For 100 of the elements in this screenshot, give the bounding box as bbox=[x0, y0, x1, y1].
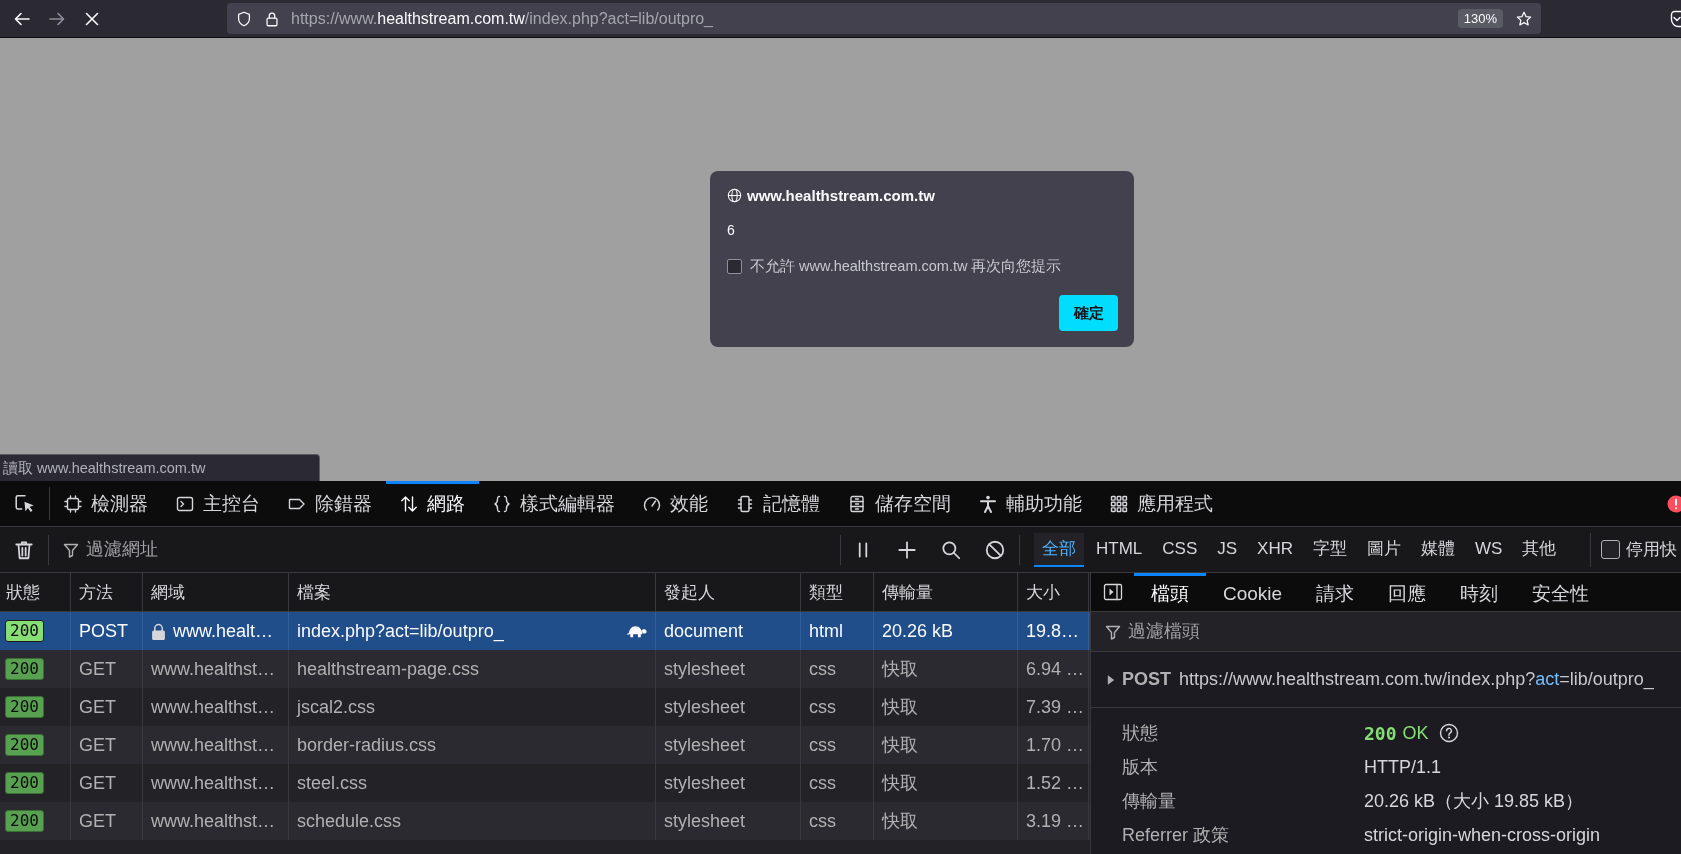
url-filter-field[interactable]: 過濾網址 bbox=[86, 535, 840, 564]
type-filter-button[interactable]: 圖片 bbox=[1359, 532, 1409, 567]
cabinet-icon bbox=[848, 494, 866, 513]
error-icon[interactable] bbox=[1667, 494, 1681, 513]
table-cell: 快取 bbox=[874, 802, 1018, 840]
type-filter-button[interactable]: HTML bbox=[1088, 532, 1151, 567]
devtools-tab[interactable]: 主控台 bbox=[162, 481, 274, 526]
globe-icon bbox=[727, 187, 742, 203]
address-bar[interactable]: https://www.healthstream.com.tw/index.php?act=lib/outpro_ 130% bbox=[227, 3, 1541, 34]
status-code: 200 bbox=[5, 658, 44, 680]
chip-icon bbox=[736, 494, 754, 513]
ok-button[interactable]: 確定 bbox=[1059, 295, 1118, 331]
status-code: 200 bbox=[5, 734, 44, 756]
table-cell: www.healthst… bbox=[151, 810, 276, 832]
request-row[interactable]: 200 POST www.healt… index.php?act=lib/outpro_ document html 20.26 kB 19.8… bbox=[0, 612, 1090, 650]
block-icon[interactable] bbox=[984, 538, 1006, 561]
sidebar-tab[interactable]: 時刻 bbox=[1443, 573, 1516, 611]
column-header[interactable]: 發起人 bbox=[656, 573, 801, 611]
zoom-button[interactable]: 130% bbox=[1457, 9, 1503, 28]
sidebar-tab[interactable]: Cookie bbox=[1206, 573, 1300, 611]
devtools-tab[interactable]: 除錯器 bbox=[274, 481, 386, 526]
status-code: 200 bbox=[5, 620, 44, 642]
type-filter-button[interactable]: 其他 bbox=[1514, 532, 1565, 567]
panel-toggle-icon[interactable] bbox=[1103, 582, 1123, 602]
request-summary-row[interactable]: POST https://www.healthstream.com.tw/index.php?act=lib/outpro_ bbox=[1091, 652, 1681, 708]
filter-icon bbox=[63, 541, 79, 558]
sidebar-tab[interactable]: 回應 bbox=[1371, 573, 1444, 611]
status-code: 200 bbox=[5, 810, 44, 832]
header-filter-field[interactable]: 過濾檔頭 bbox=[1091, 612, 1681, 651]
request-method: POST bbox=[1122, 669, 1171, 690]
type-filter-button[interactable]: 字型 bbox=[1305, 532, 1355, 567]
disclosure-triangle-icon[interactable] bbox=[1107, 673, 1115, 686]
cursor-box-icon[interactable] bbox=[13, 492, 36, 515]
table-cell: index.php?act=lib/outpro_ bbox=[297, 620, 504, 642]
type-filter-button[interactable]: 全部 bbox=[1034, 532, 1084, 567]
star-icon[interactable] bbox=[1515, 9, 1533, 28]
sidebar-tab[interactable]: 請求 bbox=[1299, 573, 1372, 611]
table-cell: border-radius.css bbox=[297, 734, 437, 756]
field-label: Referrer 政策 bbox=[1122, 824, 1230, 847]
table-cell: css bbox=[801, 802, 874, 840]
type-filter-button[interactable]: CSS bbox=[1154, 532, 1206, 567]
column-header[interactable]: 狀態 bbox=[0, 573, 71, 611]
type-filter-button[interactable]: JS bbox=[1209, 532, 1246, 567]
checkbox[interactable] bbox=[1601, 540, 1620, 559]
request-row[interactable]: 200 GET www.healthst… schedule.css stylesheet css 快取 3.19 … bbox=[0, 802, 1090, 840]
field-value: 20.26 kB（大小 19.85 kB） bbox=[1364, 790, 1584, 813]
chevron-icon[interactable] bbox=[1670, 9, 1681, 28]
column-header[interactable]: 類型 bbox=[801, 573, 874, 611]
filter-icon bbox=[1105, 624, 1121, 640]
column-header[interactable]: 網域 bbox=[143, 573, 289, 611]
devtools-tab[interactable]: 樣式編輯器 bbox=[479, 481, 629, 526]
type-filter-button[interactable]: XHR bbox=[1249, 532, 1301, 567]
person-icon bbox=[979, 494, 997, 513]
dialog-message: 6 bbox=[727, 222, 735, 238]
table-cell: jscal2.css bbox=[297, 696, 376, 718]
table-cell: www.healthst… bbox=[151, 734, 276, 756]
column-header[interactable]: 傳輸量 bbox=[874, 573, 1018, 611]
devtools-tab[interactable]: 效能 bbox=[629, 481, 722, 526]
dialog-title: www.healthstream.com.tw bbox=[747, 186, 935, 204]
chip-icon bbox=[64, 494, 82, 513]
request-row[interactable]: 200 GET www.healthst… border-radius.css stylesheet css 快取 1.70 … bbox=[0, 726, 1090, 764]
checkbox[interactable] bbox=[727, 258, 742, 274]
checkbox-label: 停用快 bbox=[1626, 538, 1677, 560]
devtools-tab[interactable]: 應用程式 bbox=[1096, 481, 1227, 526]
request-url: https://www.healthstream.com.tw/index.php?act=lib/outpro_ bbox=[1179, 669, 1654, 690]
field-label: 傳輸量 bbox=[1122, 790, 1177, 813]
status-tooltip: 讀取 www.healthstream.com.tw bbox=[0, 454, 320, 481]
status-code: 200 bbox=[5, 696, 44, 718]
shield-icon[interactable] bbox=[235, 9, 253, 28]
table-cell: www.healthst… bbox=[151, 696, 276, 718]
type-filter-button[interactable]: WS bbox=[1467, 532, 1511, 567]
status-text: OK bbox=[1402, 722, 1429, 744]
arrows-icon bbox=[400, 494, 418, 513]
column-header[interactable]: 大小 bbox=[1018, 573, 1089, 611]
table-cell: healthstream-page.css bbox=[297, 658, 480, 680]
field-label: 狀態 bbox=[1122, 722, 1159, 745]
table-cell: GET bbox=[71, 802, 143, 840]
table-cell: www.healt… bbox=[173, 620, 274, 642]
gauge-icon bbox=[643, 494, 661, 513]
field-value: HTTP/1.1 bbox=[1364, 756, 1442, 778]
status-code: 200 bbox=[5, 772, 44, 794]
table-cell: www.healthst… bbox=[151, 658, 276, 680]
request-row[interactable]: 200 GET www.healthst… healthstream-page.css stylesheet css 快取 6.94 … bbox=[0, 650, 1090, 688]
sidebar-tab[interactable]: 安全性 bbox=[1515, 573, 1607, 611]
checkbox-label: 不允許 www.healthstream.com.tw 再次向您提示 bbox=[750, 256, 1062, 276]
column-header[interactable]: 方法 bbox=[71, 573, 143, 611]
field-label: 版本 bbox=[1122, 756, 1159, 779]
devtools-tab[interactable]: 記憶體 bbox=[722, 481, 834, 526]
search-icon[interactable] bbox=[940, 538, 962, 561]
table-cell: schedule.css bbox=[297, 810, 402, 832]
column-header[interactable]: 檔案 bbox=[289, 573, 656, 611]
devtools-tab[interactable]: 檢測器 bbox=[50, 481, 162, 526]
table-cell: stylesheet bbox=[656, 802, 801, 840]
table-cell: steel.css bbox=[297, 772, 368, 794]
devtools-tab[interactable]: 儲存空間 bbox=[834, 481, 965, 526]
devtools-tab[interactable]: 輔助功能 bbox=[965, 481, 1096, 526]
grid-icon bbox=[1110, 494, 1128, 513]
type-filter-button[interactable]: 媒體 bbox=[1413, 532, 1463, 567]
trash-icon[interactable] bbox=[13, 538, 35, 561]
help-icon[interactable] bbox=[1438, 723, 1459, 743]
